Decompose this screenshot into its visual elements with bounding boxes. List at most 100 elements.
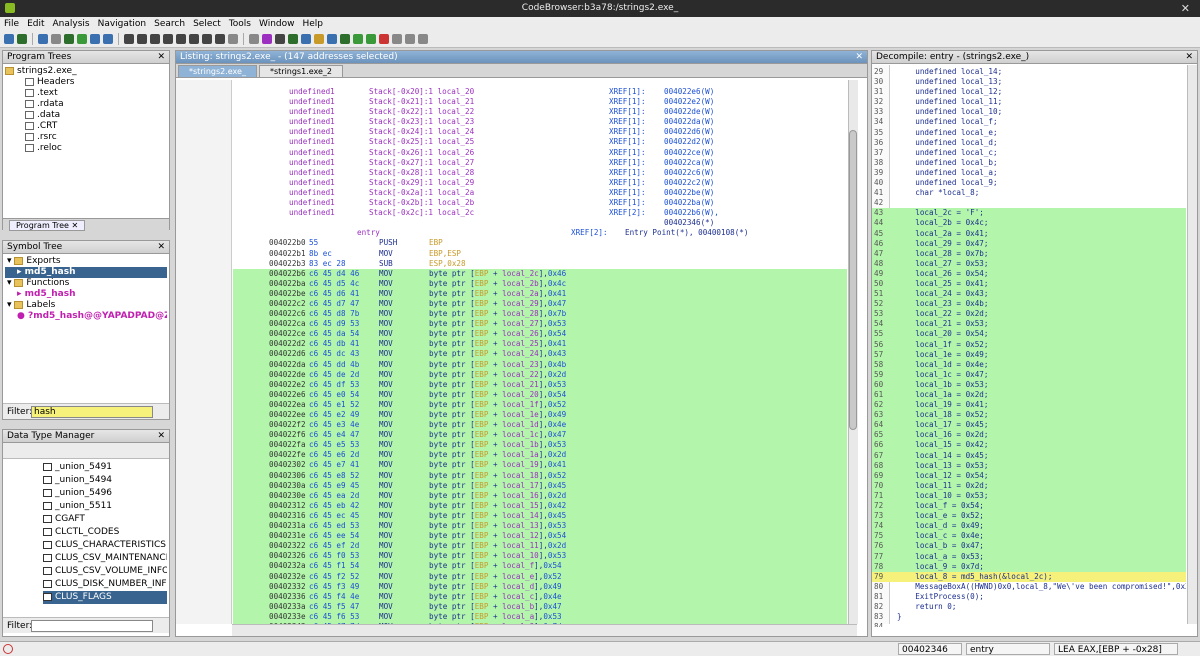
decompile-line[interactable]: 63 local_18 = 0x52; xyxy=(872,410,1186,421)
undo-icon[interactable] xyxy=(137,34,147,44)
symbol-item[interactable]: ● ?md5_hash@@YAPADPAD@Z xyxy=(5,311,167,322)
symbol-item[interactable]: ▸ md5_hash xyxy=(5,289,167,300)
listing-instruction-row[interactable]: 004022b3 83 ec 28 SUB ESP,0x28 xyxy=(233,259,847,269)
next-label-icon[interactable] xyxy=(327,34,337,44)
menu-window[interactable]: Window xyxy=(255,17,299,31)
symbol-group[interactable]: ▾ Functions xyxy=(5,278,167,289)
listing-local-row[interactable]: undefined1 Stack[-0x2b]:1 local_2b XREF[1]… xyxy=(233,198,847,208)
decompile-line[interactable]: 78 local_9 = 0x7d; xyxy=(872,561,1186,572)
search-icon[interactable] xyxy=(379,34,389,44)
back-icon[interactable] xyxy=(249,34,259,44)
decompile-line[interactable]: 62 local_19 = 0x41; xyxy=(872,400,1186,411)
decompile-line[interactable]: 83} xyxy=(872,612,1186,622)
decompile-line[interactable]: 84 xyxy=(872,622,1186,627)
listing-close-icon[interactable]: ✕ xyxy=(855,51,863,63)
listing-mov-row[interactable]: 004022be c6 45 d6 41 MOV byte ptr [EBP + lo… xyxy=(233,288,847,299)
listing-mov-row[interactable]: 004022ca c6 45 d9 53 MOV byte ptr [EBP + lo… xyxy=(233,319,847,330)
next-label-icon[interactable] xyxy=(103,34,113,44)
listing-mov-row[interactable]: 00402332 c6 45 f3 49 MOV byte ptr [EBP + lo… xyxy=(233,581,847,592)
listing-mov-row[interactable]: 00402316 c6 45 ec 45 MOV byte ptr [EBP + lo… xyxy=(233,510,847,522)
decompile-line[interactable]: 45 local_2a = 0x41; xyxy=(872,228,1186,239)
decompile-line[interactable]: 67 local_14 = 0x45; xyxy=(872,450,1186,461)
decompile-line[interactable]: 51 local_24 = 0x43; xyxy=(872,289,1186,300)
data-type-item[interactable]: CGAFT xyxy=(43,513,167,526)
listing-local-row[interactable]: undefined1 Stack[-0x28]:1 local_28 XREF[1]… xyxy=(233,168,847,178)
listing-mov-row[interactable]: 0040232a c6 45 f1 54 MOV byte ptr [EBP + lo… xyxy=(233,561,847,572)
listing-local-row[interactable]: undefined1 Stack[-0x26]:1 local_26 XREF[1]… xyxy=(233,148,847,158)
listing-instruction-row[interactable]: 004022b1 8b ec MOV EBP,ESP xyxy=(233,249,847,259)
data-type-item[interactable]: _union_5511 xyxy=(43,500,167,513)
decompile-line[interactable]: 75 local_c = 0x4e; xyxy=(872,531,1186,542)
listing-mov-row[interactable]: 004022ee c6 45 e2 49 MOV byte ptr [EBP + lo… xyxy=(233,410,847,421)
listing-mov-row[interactable]: 0040230e c6 45 ea 2d MOV byte ptr [EBP + lo… xyxy=(233,490,847,501)
decompile-line[interactable]: 65 local_16 = 0x2d; xyxy=(872,430,1186,441)
listing-instruction-row[interactable]: 004022b0 55 PUSH EBP xyxy=(233,238,847,248)
listing-mov-row[interactable]: 00402322 c6 45 ef 2d MOV byte ptr [EBP + lo… xyxy=(233,541,847,552)
redo-icon[interactable] xyxy=(150,34,160,44)
listing-local-row[interactable]: undefined1 Stack[-0x29]:1 local_29 XREF[1]… xyxy=(233,178,847,188)
decompile-line[interactable]: 71 local_10 = 0x53; xyxy=(872,490,1186,502)
listing-mov-row[interactable]: 004022c6 c6 45 d8 7b MOV byte ptr [EBP + lo… xyxy=(233,309,847,320)
decompile-line[interactable]: 59 local_1c = 0x47; xyxy=(872,369,1186,380)
decompile-line[interactable]: 54 local_21 = 0x53; xyxy=(872,319,1186,330)
decompile-line[interactable]: 66 local_15 = 0x42; xyxy=(872,440,1186,451)
tree-item-section[interactable]: .CRT xyxy=(5,121,167,132)
listing-mov-row[interactable]: 004022de c6 45 de 2d MOV byte ptr [EBP + lo… xyxy=(233,369,847,380)
decompile-line[interactable]: 77 local_a = 0x53; xyxy=(872,551,1186,562)
save-icon[interactable] xyxy=(228,34,238,44)
symbol-group[interactable]: ▾ Exports xyxy=(5,256,167,267)
listing-hscrollbar[interactable] xyxy=(232,624,857,636)
listing-mov-row[interactable]: 004022c2 c6 45 d7 47 MOV byte ptr [EBP + lo… xyxy=(233,298,847,310)
symbol-tree-close-icon[interactable]: ✕ xyxy=(157,241,165,253)
decompile-line[interactable]: 44 local_2b = 0x4c; xyxy=(872,218,1186,229)
redo-icon[interactable] xyxy=(366,34,376,44)
program-trees-close-icon[interactable]: ✕ xyxy=(157,51,165,63)
listing-local-row[interactable]: undefined1 Stack[-0x2c]:1 local_2c XREF[2]… xyxy=(233,208,847,218)
nav-icon[interactable] xyxy=(51,34,61,44)
data-type-item[interactable]: _union_5496 xyxy=(43,487,167,500)
bookmark-icon[interactable] xyxy=(124,34,134,44)
listing-mov-row[interactable]: 00402312 c6 45 eb 42 MOV byte ptr [EBP + lo… xyxy=(233,500,847,511)
refresh-icon[interactable] xyxy=(392,34,402,44)
data-type-manager-close-icon[interactable]: ✕ xyxy=(157,430,165,442)
decompile-line[interactable]: 30 undefined local_13; xyxy=(872,77,1186,87)
listing-mov-row[interactable]: 004022fa c6 45 e5 53 MOV byte ptr [EBP + lo… xyxy=(233,440,847,451)
next-func-icon[interactable] xyxy=(90,34,100,44)
search-icon[interactable] xyxy=(163,34,173,44)
listing-local-row[interactable]: undefined1 Stack[-0x25]:1 local_25 XREF[1]… xyxy=(233,137,847,147)
decompile-line[interactable]: 73 local_e = 0x52; xyxy=(872,511,1186,522)
tool-icon[interactable] xyxy=(215,34,225,44)
listing-mov-row[interactable]: 004022d2 c6 45 db 41 MOV byte ptr [EBP + lo… xyxy=(233,339,847,350)
listing-scrollbar[interactable] xyxy=(848,80,858,624)
next-data-icon[interactable] xyxy=(64,34,74,44)
tree-item-section[interactable]: .text xyxy=(5,88,167,99)
tool-icon[interactable] xyxy=(418,34,428,44)
data-type-item[interactable]: CLUS_CHARACTERISTICS xyxy=(43,539,167,552)
data-type-item[interactable]: CLUS_CSV_VOLUME_INFO xyxy=(43,565,167,578)
decompile-line[interactable]: 53 local_22 = 0x2d; xyxy=(872,309,1186,320)
listing-mov-row[interactable]: 0040232e c6 45 f2 52 MOV byte ptr [EBP + lo… xyxy=(233,571,847,582)
decompile-line[interactable]: 68 local_13 = 0x53; xyxy=(872,460,1186,471)
decompile-line[interactable]: 43 local_2c = 'F'; xyxy=(872,208,1186,219)
menu-help[interactable]: Help xyxy=(299,17,328,31)
listing-local-row[interactable]: undefined1 Stack[-0x2a]:1 local_2a XREF[1]… xyxy=(233,188,847,198)
listing-mov-row[interactable]: 004022da c6 45 dd 4b MOV byte ptr [EBP + lo… xyxy=(233,359,847,370)
listing-local-row[interactable]: undefined1 Stack[-0x22]:1 local_22 XREF[1]… xyxy=(233,107,847,117)
menu-edit[interactable]: Edit xyxy=(23,17,48,31)
decompile-line[interactable]: 36 undefined local_d; xyxy=(872,138,1186,148)
listing-mov-row[interactable]: 004022f2 c6 45 e3 4e MOV byte ptr [EBP + lo… xyxy=(233,420,847,431)
listing-mov-row[interactable]: 00402336 c6 45 f4 4e MOV byte ptr [EBP + lo… xyxy=(233,591,847,602)
undo-icon[interactable] xyxy=(353,34,363,44)
listing-mov-row[interactable]: 004022e2 c6 45 df 53 MOV byte ptr [EBP + lo… xyxy=(233,379,847,390)
decompile-close-icon[interactable]: ✕ xyxy=(1185,51,1193,63)
decompile-line[interactable]: 33 undefined local_10; xyxy=(872,107,1186,117)
data-type-item[interactable]: CLUS_FLAGS xyxy=(43,591,167,604)
next-data-icon[interactable] xyxy=(288,34,298,44)
decompile-line[interactable]: 40 undefined local_9; xyxy=(872,178,1186,188)
decompile-line[interactable]: 70 local_11 = 0x2d; xyxy=(872,480,1186,491)
tree-item-section[interactable]: .reloc xyxy=(5,143,167,154)
tree-root[interactable]: strings2.exe_ xyxy=(5,66,167,77)
decompile-line[interactable]: 49 local_26 = 0x54; xyxy=(872,268,1186,279)
next-instr-icon[interactable] xyxy=(77,34,87,44)
program-tree-tab[interactable]: Program Tree ✕ xyxy=(9,220,86,231)
